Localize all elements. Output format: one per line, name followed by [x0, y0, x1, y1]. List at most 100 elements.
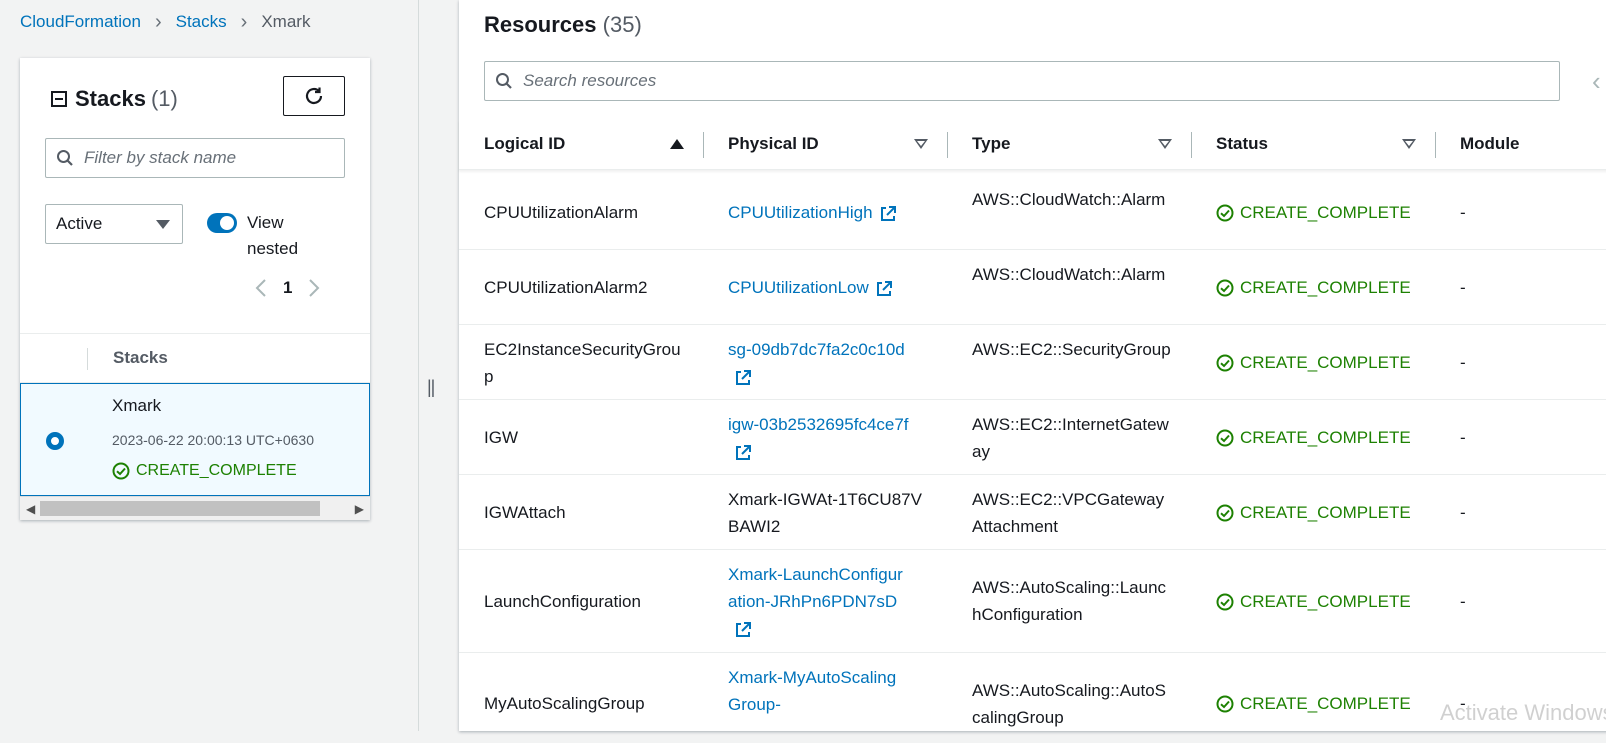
- collapse-icon[interactable]: [51, 91, 67, 107]
- table-row: IGWAttach Xmark-IGWAt-1T6CU87VBAWI2 AWS:…: [459, 475, 1606, 550]
- stack-status-text: CREATE_COMPLETE: [136, 462, 297, 479]
- stacks-column-label: Stacks: [113, 348, 168, 367]
- sort-icon[interactable]: [914, 139, 928, 149]
- drag-handle-icon[interactable]: ||: [427, 377, 435, 398]
- physical-id-link[interactable]: CPUUtilizationLow: [728, 274, 928, 301]
- physical-id-link[interactable]: Xmark-MyAutoScalingGroup-: [728, 664, 908, 718]
- success-icon: [1216, 279, 1234, 296]
- scroll-left-icon[interactable]: ◀: [26, 502, 35, 516]
- scrollbar-thumb[interactable]: [40, 501, 320, 516]
- status-filter-select[interactable]: Active: [45, 204, 183, 244]
- resource-type: AWS::EC2::InternetGateway: [972, 415, 1169, 461]
- refresh-icon: [305, 87, 323, 105]
- success-icon: [1216, 204, 1234, 221]
- activation-watermark: Activate Windows: [1440, 700, 1606, 725]
- filter-placeholder: Filter by stack name: [84, 148, 237, 167]
- module: -: [1460, 278, 1466, 297]
- horizontal-scrollbar[interactable]: ◀ ▶: [20, 496, 370, 520]
- module: -: [1460, 592, 1466, 611]
- col-type[interactable]: Type: [972, 134, 1010, 154]
- resource-status: CREATE_COMPLETE: [1216, 499, 1411, 526]
- stack-radio[interactable]: [46, 432, 64, 450]
- search-resources-input[interactable]: Search resources: [484, 61, 1560, 101]
- stacks-title-text: Stacks: [75, 86, 146, 111]
- module: -: [1460, 428, 1466, 447]
- resource-type: AWS::EC2::SecurityGroup: [972, 340, 1171, 359]
- chevron-left-icon[interactable]: ‹: [1592, 66, 1601, 97]
- stacks-count: (1): [150, 86, 178, 111]
- resource-status: CREATE_COMPLETE: [1216, 588, 1411, 615]
- sort-ascending-icon[interactable]: [670, 139, 684, 149]
- col-module[interactable]: Module: [1460, 134, 1520, 154]
- logical-id: IGW: [484, 428, 518, 447]
- external-link-icon: [736, 444, 751, 460]
- column-divider: [87, 348, 88, 370]
- caret-down-icon: [156, 219, 170, 229]
- col-status[interactable]: Status: [1216, 134, 1268, 154]
- external-link-icon: [880, 205, 896, 221]
- status-filter-value: Active: [56, 214, 103, 233]
- column-divider: [947, 132, 948, 158]
- resource-type: AWS::AutoScaling::LaunchConfiguration: [972, 578, 1167, 624]
- table-row: IGW igw-03b2532695fc4ce7f AWS::EC2::Inte…: [459, 400, 1606, 475]
- chevron-left-icon[interactable]: [255, 278, 267, 298]
- physical-id-link[interactable]: igw-03b2532695fc4ce7f: [728, 411, 928, 465]
- resources-count: (35): [602, 12, 642, 37]
- panel-splitter: [418, 0, 419, 731]
- refresh-button[interactable]: [283, 76, 345, 116]
- breadcrumb-current: Xmark: [261, 12, 311, 31]
- module: -: [1460, 353, 1466, 372]
- physical-id-link[interactable]: sg-09db7dc7fa2c0c10d: [728, 336, 928, 390]
- logical-id: CPUUtilizationAlarm: [484, 203, 638, 222]
- column-divider: [1191, 132, 1192, 158]
- module: -: [1460, 203, 1466, 222]
- breadcrumb-stacks[interactable]: Stacks: [176, 12, 227, 32]
- resource-status: CREATE_COMPLETE: [1216, 424, 1411, 451]
- resource-status: CREATE_COMPLETE: [1216, 199, 1411, 226]
- logical-id: IGWAttach: [484, 503, 566, 522]
- resources-table-header: Logical ID Physical ID Type Status Modul…: [459, 120, 1606, 170]
- sort-icon[interactable]: [1402, 139, 1416, 149]
- view-nested-toggle[interactable]: [207, 213, 237, 233]
- resource-type: AWS::CloudWatch::Alarm: [972, 190, 1166, 209]
- success-icon: [1216, 429, 1234, 446]
- success-icon: [112, 462, 130, 480]
- chevron-right-icon: ›: [154, 11, 162, 33]
- external-link-icon: [736, 621, 751, 637]
- view-nested-label: View nested: [247, 213, 299, 258]
- resource-type: AWS::AutoScaling::AutoScalingGroup: [972, 681, 1167, 727]
- physical-id: Xmark-IGWAt-1T6CU87VBAWI2: [728, 490, 922, 536]
- table-row: EC2InstanceSecurityGroup sg-09db7dc7fa2c…: [459, 325, 1606, 400]
- table-row: MyAutoScalingGroup Xmark-MyAutoScalingGr…: [459, 653, 1606, 743]
- chevron-right-icon[interactable]: [308, 278, 320, 298]
- column-divider: [1435, 132, 1436, 158]
- col-logical-id[interactable]: Logical ID: [484, 134, 565, 154]
- scroll-right-icon[interactable]: ▶: [355, 502, 364, 516]
- col-physical-id[interactable]: Physical ID: [728, 134, 819, 154]
- page-number[interactable]: 1: [283, 278, 292, 298]
- breadcrumb-cloudformation[interactable]: CloudFormation: [20, 12, 141, 32]
- external-link-icon: [876, 280, 892, 296]
- stack-name: Xmark: [112, 396, 162, 415]
- pagination: 1: [255, 278, 320, 298]
- success-icon: [1216, 504, 1234, 521]
- physical-id-link[interactable]: Xmark-LaunchConfiguration-JRhPn6PDN7sD: [728, 561, 908, 642]
- stack-row[interactable]: Xmark 2023-06-22 20:00:13 UTC+0630 CREAT…: [20, 383, 370, 496]
- stack-date: 2023-06-22 20:00:13 UTC+0630: [112, 432, 314, 448]
- module: -: [1460, 503, 1466, 522]
- breadcrumb: CloudFormation › Stacks › Xmark: [20, 12, 310, 32]
- resource-status: CREATE_COMPLETE: [1216, 690, 1411, 717]
- chevron-right-icon: ›: [240, 11, 248, 33]
- logical-id: LaunchConfiguration: [484, 592, 641, 611]
- stacks-column-header: Stacks: [20, 333, 370, 383]
- sort-icon[interactable]: [1158, 139, 1172, 149]
- column-divider: [703, 132, 704, 158]
- filter-stack-input[interactable]: Filter by stack name: [45, 138, 345, 178]
- stacks-panel: Stacks (1) Filter by stack name Active V…: [20, 58, 370, 520]
- resources-title-text: Resources: [484, 12, 597, 37]
- physical-id-link[interactable]: CPUUtilizationHigh: [728, 199, 928, 226]
- success-icon: [1216, 695, 1234, 712]
- search-icon: [496, 73, 512, 89]
- stack-status: CREATE_COMPLETE: [112, 462, 297, 480]
- success-icon: [1216, 593, 1234, 610]
